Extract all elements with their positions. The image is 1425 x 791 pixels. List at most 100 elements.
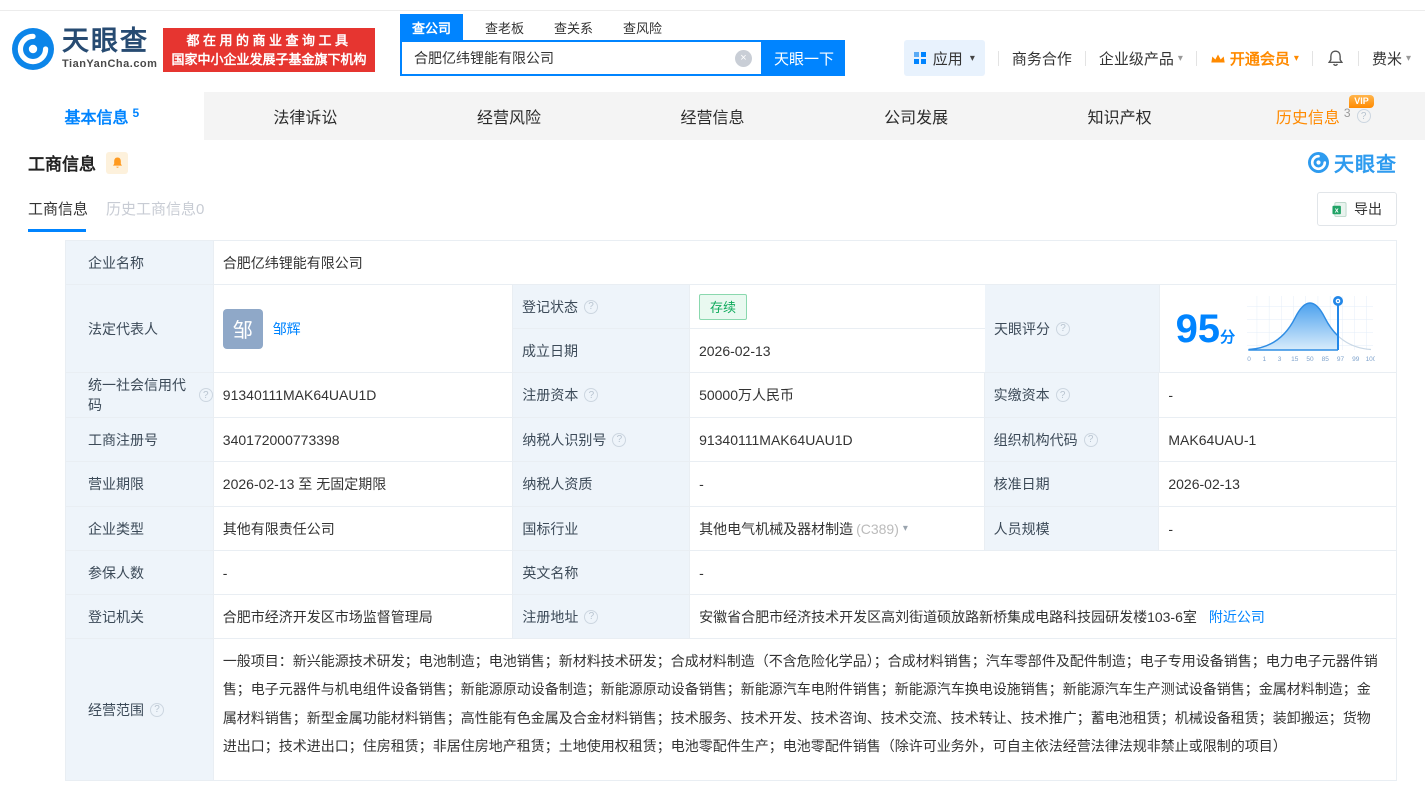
search-tab-risk[interactable]: 查风险	[615, 14, 670, 42]
search-tab-company[interactable]: 查公司	[400, 14, 464, 42]
chart-axis-labels: 0 1 3 15 50 85 97 99 100	[1247, 356, 1375, 363]
help-icon[interactable]: ?	[583, 299, 598, 314]
search-tab-boss[interactable]: 查老板	[477, 14, 532, 42]
logo-title: 天眼查	[62, 26, 149, 56]
label-text: 经营范围	[88, 701, 144, 718]
table-row: 法定代表人 邹 邹辉 登记状态 ? 存续 成立日期 2026-02-13 天眼评…	[66, 285, 1396, 373]
nav-open-vip[interactable]: 开通会员 ▾	[1210, 48, 1299, 69]
subtab-row: 工商信息 历史工商信息0 x 导出	[0, 185, 1425, 232]
subtab-current-info[interactable]: 工商信息	[28, 198, 88, 219]
active-subtab-underline	[28, 229, 86, 232]
svg-text:0: 0	[1247, 356, 1251, 363]
divider	[1311, 50, 1313, 66]
chevron-down-icon: ▾	[969, 52, 975, 64]
label-text: 统一社会信用代码	[88, 377, 186, 413]
subscribe-bell-button[interactable]	[106, 151, 128, 174]
help-icon[interactable]: ?	[612, 432, 627, 447]
clear-icon[interactable]: ×	[735, 50, 752, 67]
help-icon[interactable]: ?	[1083, 432, 1098, 447]
tab-basic-info[interactable]: 基本信息 5	[0, 92, 204, 140]
table-subrow: 成立日期 2026-02-13	[512, 329, 985, 372]
svg-text:1: 1	[1263, 356, 1267, 363]
bell-icon	[112, 157, 122, 168]
slogan-line1: 都在用的商业查询工具	[186, 33, 352, 48]
staff-size-value: -	[1168, 520, 1174, 537]
tianyancha-watermark: 天眼查	[1308, 148, 1397, 177]
chevron-down-icon[interactable]: ▾	[903, 523, 908, 534]
top-border	[0, 10, 1425, 11]
score-cell: 95分 0 1 3 15 50 85 97 99 100	[1160, 285, 1396, 372]
table-row: 统一社会信用代码 ? 91340111MAK64UAU1D 注册资本 ? 500…	[66, 373, 1396, 418]
company-detail-tabs: 基本信息 5 法律诉讼 经营风险 经营信息 公司发展 知识产权 VIP 历史信息…	[0, 92, 1425, 140]
search-button[interactable]: 天眼一下	[763, 40, 845, 76]
top-navigation: 应用 ▾ 商务合作 企业级产品 ▾ 开通会员 ▾ 费米 ▾	[903, 40, 1411, 76]
help-icon[interactable]: ?	[1356, 109, 1371, 123]
tab-company-development[interactable]: 公司发展	[814, 92, 1018, 140]
legal-rep-link[interactable]: 邹辉	[273, 319, 301, 339]
tab-operation-risk[interactable]: 经营风险	[407, 92, 611, 140]
help-icon[interactable]: ?	[198, 388, 213, 402]
nav-enterprise-label: 企业级产品	[1098, 50, 1174, 68]
business-term-value: 2026-02-13 至 无固定期限	[214, 462, 514, 506]
approval-date-label: 核准日期	[984, 462, 1160, 506]
chevron-down-icon: ▾	[1177, 52, 1183, 64]
nav-cooperation[interactable]: 商务合作	[1012, 48, 1072, 69]
search-box: ×	[400, 40, 763, 76]
help-icon[interactable]: ?	[150, 702, 164, 717]
watermark-logo-icon	[1308, 152, 1329, 173]
search-input[interactable]	[402, 42, 761, 74]
nested-rows: 登记状态 ? 存续 成立日期 2026-02-13	[512, 285, 985, 372]
nav-enterprise-products[interactable]: 企业级产品 ▾	[1099, 48, 1183, 69]
search-tabs: 查公司 查老板 查关系 查风险	[400, 14, 670, 42]
help-icon[interactable]: ?	[584, 388, 599, 402]
divider	[1357, 50, 1359, 66]
label-text: 登记状态	[521, 298, 578, 315]
reg-address-value: 安徽省合肥市经济技术开发区高刘街道硕放路新桥集成电路科技园研发楼103-6室	[699, 608, 1197, 625]
tab-label: 法律诉讼	[273, 110, 338, 127]
search-tab-relation[interactable]: 查关系	[546, 14, 601, 42]
nav-user[interactable]: 费米 ▾	[1372, 48, 1411, 69]
business-info-card: 工商信息 历史工商信息0 x 导出 企业名称 合肥亿纬锂能有限公司 法定代表人 …	[0, 185, 1425, 781]
table-row: 工商注册号 340172000773398 纳税人识别号 ? 91340111M…	[66, 418, 1396, 462]
tab-count: 5	[132, 106, 140, 120]
insured-value: -	[214, 551, 514, 594]
subtab-history-info[interactable]: 历史工商信息0	[106, 198, 204, 219]
nearby-companies-link[interactable]: 附近公司	[1209, 607, 1265, 627]
tab-intellectual-property[interactable]: 知识产权	[1018, 92, 1222, 140]
help-icon[interactable]: ?	[1055, 388, 1070, 402]
table-row: 企业类型 其他有限责任公司 国标行业 其他电气机械及器材制造 (C389) ▾ …	[66, 507, 1396, 551]
notification-bell-icon[interactable]	[1326, 49, 1345, 67]
label-text: 实缴资本	[993, 387, 1050, 403]
status-badge: 存续	[698, 293, 747, 320]
business-scope-value: 一般项目：新兴能源技术研发；电池制造；电池销售；新材料技术研发；合成材料制造（不…	[222, 653, 1378, 755]
apps-menu[interactable]: 应用 ▾	[903, 40, 985, 76]
help-icon[interactable]: ?	[1055, 321, 1070, 336]
logo-domain: TianYanCha.com	[62, 58, 158, 70]
slogan-line2: 国家中小企业发展子基金旗下机构	[171, 52, 367, 67]
tab-label: 经营信息	[680, 110, 745, 127]
username: 费米	[1371, 50, 1402, 68]
taxpayer-quality-label: 纳税人资质	[513, 462, 691, 506]
divider	[1195, 50, 1197, 66]
score-unit: 分	[1220, 328, 1236, 346]
tab-count: 3	[1343, 106, 1351, 120]
label-text: 注册地址	[522, 608, 579, 625]
table-row: 经营范围 ? 一般项目：新兴能源技术研发；电池制造；电池销售；新材料技术研发；合…	[66, 639, 1396, 781]
export-button[interactable]: x 导出	[1317, 192, 1397, 226]
legal-rep-label: 法定代表人	[66, 285, 214, 372]
apps-label: 应用	[932, 50, 963, 68]
tianyancha-logo[interactable]: 天眼查 TianYanCha.com	[12, 28, 157, 70]
tab-legal-litigation[interactable]: 法律诉讼	[204, 92, 408, 140]
svg-text:15: 15	[1291, 356, 1299, 363]
help-icon[interactable]: ?	[584, 609, 599, 624]
top-header: 天眼查 TianYanCha.com 都在用的商业查询工具 国家中小企业发展子基…	[0, 0, 1425, 92]
table-row: 登记机关 合肥市经济开发区市场监督管理局 注册地址 ? 安徽省合肥市经济技术开发…	[66, 595, 1396, 639]
credit-code-label: 统一社会信用代码 ?	[66, 373, 214, 417]
tab-history-info[interactable]: VIP 历史信息 3 ?	[1221, 92, 1425, 140]
avatar[interactable]: 邹	[222, 308, 263, 349]
paid-capital-label: 实缴资本 ?	[984, 373, 1160, 417]
table-row: 企业名称 合肥亿纬锂能有限公司	[66, 241, 1396, 285]
tab-operation-info[interactable]: 经营信息	[611, 92, 815, 140]
industry-code: (C389)	[856, 520, 899, 537]
watermark-text: 天眼查	[1334, 154, 1397, 176]
